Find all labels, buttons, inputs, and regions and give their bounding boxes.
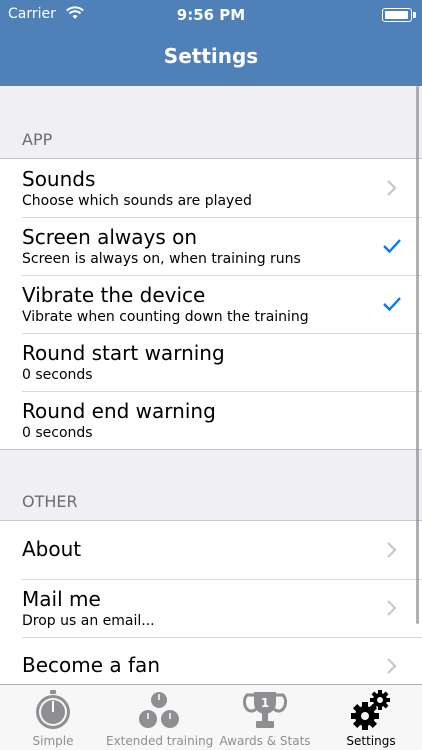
battery-icon	[382, 8, 416, 22]
chevron-right-icon	[387, 180, 397, 196]
tab-bar: Simple Extended training 1 Awards & Stat…	[0, 684, 422, 750]
settings-row-round-start-warning[interactable]: Round start warning 0 seconds	[0, 333, 422, 391]
settings-row-about[interactable]: About	[0, 521, 422, 579]
tab-simple[interactable]: Simple	[0, 685, 106, 750]
row-title: Screen always on	[22, 225, 198, 249]
row-title: Round start warning	[22, 341, 225, 365]
status-time: 9:56 PM	[176, 6, 246, 24]
checkmark-icon	[383, 239, 401, 254]
chevron-right-icon	[387, 658, 397, 674]
gears-icon	[351, 690, 390, 730]
row-subtitle: 0 seconds	[22, 425, 93, 441]
settings-row-screen-always-on[interactable]: Screen always on Screen is always on, wh…	[0, 217, 422, 275]
checkmark-icon	[383, 297, 401, 312]
tab-label: Extended training	[106, 734, 214, 748]
row-subtitle: Drop us an email...	[22, 613, 155, 629]
chevron-right-icon	[387, 600, 397, 616]
row-subtitle: 0 seconds	[22, 367, 93, 383]
row-title: Sounds	[22, 167, 96, 191]
tab-extended-training[interactable]: Extended training	[106, 685, 214, 750]
settings-row-round-end-warning[interactable]: Round end warning 0 seconds	[0, 391, 422, 449]
row-title: Vibrate the device	[22, 283, 206, 307]
scrollbar[interactable]	[416, 86, 419, 624]
multi-timer-icon	[139, 692, 179, 728]
section-app: Sounds Choose which sounds are played Sc…	[0, 158, 422, 450]
settings-row-vibrate[interactable]: Vibrate the device Vibrate when counting…	[0, 275, 422, 333]
section-other: About Mail me Drop us an email... Become…	[0, 520, 422, 684]
stopwatch-icon	[36, 690, 70, 729]
navigation-bar: Carrier 9:56 PM Settings	[0, 0, 422, 86]
svg-text:1: 1	[261, 696, 269, 710]
row-subtitle: Choose which sounds are played	[22, 193, 252, 209]
settings-list[interactable]: APP Sounds Choose which sounds are playe…	[0, 86, 422, 684]
settings-row-sounds[interactable]: Sounds Choose which sounds are played	[0, 159, 422, 217]
section-header-other: OTHER	[22, 492, 78, 511]
tab-label: Settings	[346, 734, 396, 748]
page-title: Settings	[163, 44, 259, 68]
row-title: Become a fan	[22, 653, 160, 677]
row-subtitle: Vibrate when counting down the training	[22, 309, 309, 325]
tab-awards-stats[interactable]: 1 Awards & Stats	[212, 685, 318, 750]
row-title: About	[22, 537, 82, 561]
settings-row-mail-me[interactable]: Mail me Drop us an email...	[0, 579, 422, 637]
chevron-right-icon	[387, 542, 397, 558]
section-header-app: APP	[22, 130, 53, 149]
status-bar: Carrier 9:56 PM	[0, 0, 422, 30]
row-title: Round end warning	[22, 399, 216, 423]
trophy-icon: 1	[243, 692, 287, 728]
row-title: Mail me	[22, 587, 101, 611]
battery-level	[385, 11, 408, 19]
tab-label: Simple	[32, 734, 74, 748]
row-subtitle: Screen is always on, when training runs	[22, 251, 301, 267]
tab-label: Awards & Stats	[219, 734, 311, 748]
settings-row-become-a-fan[interactable]: Become a fan	[0, 637, 422, 684]
tab-settings[interactable]: Settings	[318, 685, 422, 750]
